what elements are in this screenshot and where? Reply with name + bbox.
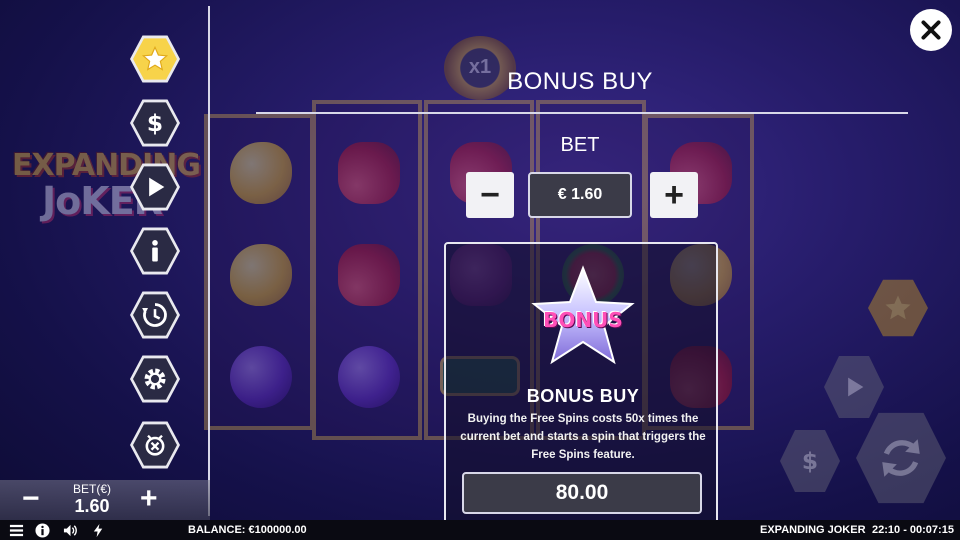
gear-icon — [144, 368, 166, 390]
lemon-symbol — [230, 244, 292, 306]
bonus-card-title: BONUS BUY — [526, 386, 640, 406]
hex-face — [133, 166, 177, 208]
bonus-bet-increase-button[interactable]: + — [650, 172, 698, 218]
bonus-star-icon: BONUS — [528, 262, 638, 372]
hex-face: $ — [133, 102, 177, 144]
lightning-icon — [93, 523, 102, 537]
info-icon — [152, 240, 158, 262]
session-clock: 22:10 - 00:07:15 — [872, 524, 954, 536]
star-icon — [141, 45, 169, 71]
page-title: BONUS BUY — [507, 68, 653, 95]
spin-controls: $ — [770, 270, 960, 520]
info-icon — [34, 522, 50, 538]
hex-face — [133, 38, 177, 80]
game-name-text: EXPANDING JOKER — [760, 524, 866, 536]
hamburger-icon — [9, 524, 23, 536]
speaker-icon — [63, 524, 77, 536]
plum-symbol — [230, 346, 292, 408]
status-bar: BALANCE: €100000.00 EXPANDING JOKER 22:1… — [0, 520, 960, 540]
play-icon — [149, 177, 165, 197]
bet-control: − BET(€) 1.60 + — [0, 480, 210, 520]
menu-divider — [208, 6, 210, 516]
play-icon — [848, 377, 864, 397]
hamburger-menu-button[interactable] — [8, 522, 24, 538]
bet-label: BET(€) — [72, 482, 111, 496]
autoplay-icon — [145, 434, 165, 456]
reel-1 — [204, 114, 314, 430]
hex-face — [133, 358, 177, 400]
bet-increase-button[interactable]: + — [140, 482, 158, 516]
title-divider — [256, 112, 908, 114]
star-icon — [885, 295, 911, 320]
buy-bonus-button[interactable]: 80.00 — [462, 472, 702, 514]
bet-shortcut-button[interactable]: $ — [780, 429, 840, 493]
hex-face — [133, 230, 177, 272]
bonus-shortcut-button[interactable] — [868, 279, 928, 337]
game-stage: EXPANDING JoKER x1 $ $ − BET(€) 1.60 + B… — [0, 0, 960, 520]
bet-value: 1.60 — [74, 496, 110, 516]
bet-decrease-button[interactable]: − — [22, 482, 40, 516]
close-button[interactable] — [910, 9, 952, 51]
cherry-symbol — [338, 142, 400, 204]
dollar-icon: $ — [802, 447, 818, 475]
bonus-bet-value: € 1.60 — [528, 172, 632, 218]
cherry-symbol — [338, 244, 400, 306]
close-icon — [921, 20, 941, 40]
bonus-star-label: BONUS — [543, 308, 623, 332]
bonus-bet-decrease-button[interactable]: − — [466, 172, 514, 218]
balance-text: BALANCE: €100000.00 — [188, 524, 307, 536]
plum-symbol — [338, 346, 400, 408]
bonus-buy-card: BONUS BONUS BUY Buying the Free Spins co… — [444, 242, 718, 520]
hex-face — [133, 424, 177, 466]
bet-heading: BET — [560, 134, 600, 156]
sound-button[interactable] — [62, 522, 78, 538]
turbo-button[interactable] — [90, 522, 106, 538]
dollar-icon: $ — [147, 109, 163, 137]
history-icon — [142, 303, 167, 327]
play-button[interactable] — [824, 355, 884, 419]
svg-text:$: $ — [802, 447, 818, 475]
hex-face — [133, 294, 177, 336]
lemon-symbol — [230, 142, 292, 204]
reel-2 — [312, 100, 422, 440]
svg-text:$: $ — [147, 109, 163, 137]
bonus-description: Buying the Free Spins costs 50x times th… — [460, 413, 706, 461]
info-button[interactable] — [34, 522, 50, 538]
refresh-icon — [882, 439, 920, 477]
spin-button[interactable] — [856, 412, 946, 504]
